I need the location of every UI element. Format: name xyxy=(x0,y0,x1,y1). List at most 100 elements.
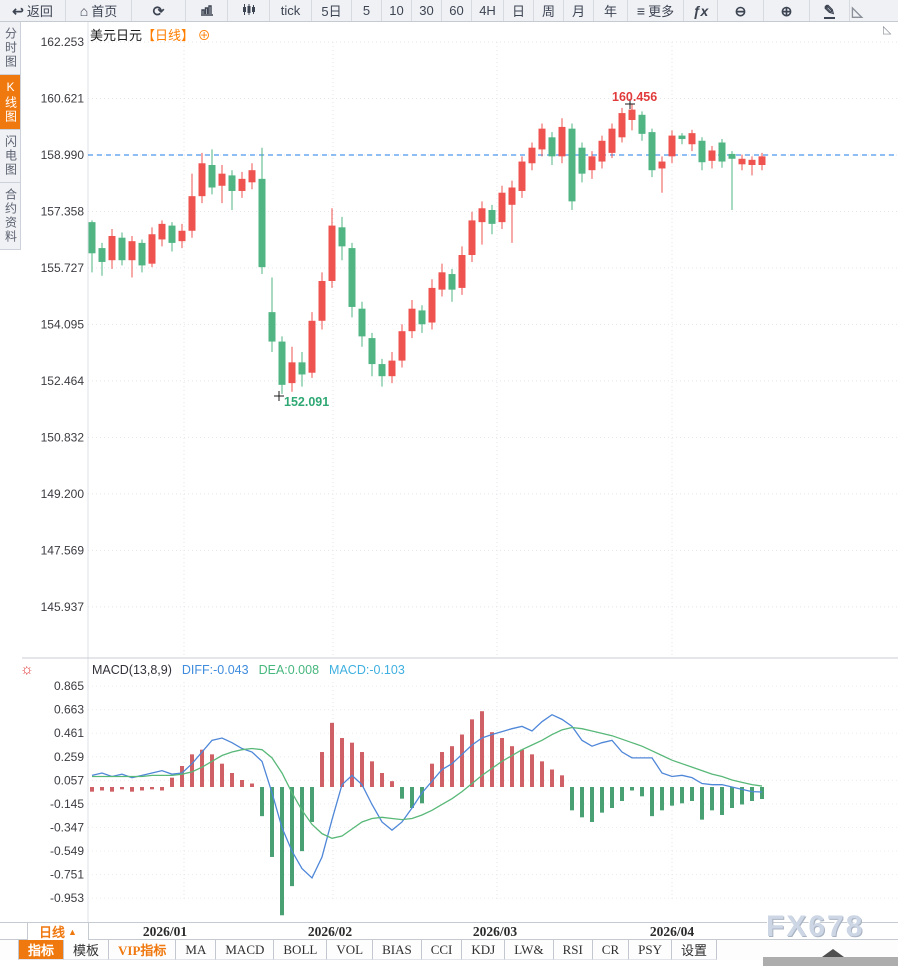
tab-模板[interactable]: 模板 xyxy=(64,940,109,960)
interval-60-button[interactable]: 60 xyxy=(442,0,472,21)
plus-circle-icon[interactable]: ⊕ xyxy=(198,28,211,43)
interval-4h-button-label: 4H xyxy=(479,3,496,18)
svg-text:158.990: 158.990 xyxy=(41,148,85,162)
sidebar-item-kline-chart[interactable]: K线图 xyxy=(0,75,21,130)
interval-10-button-label: 10 xyxy=(389,3,403,18)
x-axis-label: 2026/03 xyxy=(473,924,517,940)
back-arrow-icon: ↩ xyxy=(12,4,24,18)
home-button[interactable]: ⌂首页 xyxy=(66,0,132,21)
interval-10-button[interactable]: 10 xyxy=(382,0,412,21)
macd-diff-value: DIFF:-0.043 xyxy=(182,663,249,677)
sidebar-item-lightning-chart[interactable]: 闪电图 xyxy=(0,130,21,183)
interval-tick-button-label: tick xyxy=(281,3,301,18)
tab-设置[interactable]: 设置 xyxy=(672,940,717,960)
tab-BIAS[interactable]: BIAS xyxy=(373,940,422,960)
tab-BOLL[interactable]: BOLL xyxy=(274,940,327,960)
interval-year-button[interactable]: 年 xyxy=(594,0,628,21)
pencil-icon: ✎ xyxy=(824,3,836,19)
tab-MACD[interactable]: MACD xyxy=(216,940,274,960)
period-dropdown-button[interactable]: 日线 ▲ xyxy=(27,923,89,940)
svg-text:0.461: 0.461 xyxy=(54,726,84,740)
svg-text:0.865: 0.865 xyxy=(54,679,84,693)
refresh-button[interactable]: ⟳ xyxy=(132,0,186,21)
home-icon: ⌂ xyxy=(80,4,88,18)
svg-text:162.253: 162.253 xyxy=(41,35,85,49)
trend-bars-icon xyxy=(200,4,214,18)
interval-day-button[interactable]: 日 xyxy=(504,0,534,21)
macd-dea-value: DEA:0.008 xyxy=(259,663,319,677)
svg-text:-0.751: -0.751 xyxy=(50,868,84,882)
symbol-name: 美元日元 xyxy=(90,28,142,43)
fx-icon: ƒx xyxy=(693,4,709,18)
chart-type-sidebar: 分时图K线图闪电图合约资料 xyxy=(0,22,21,250)
interval-day-button-label: 日 xyxy=(512,1,525,20)
back-button[interactable]: ↩返回 xyxy=(0,0,66,21)
x-axis-label: 2026/01 xyxy=(143,924,187,940)
indicator-settings-icon[interactable]: ☼ xyxy=(20,662,34,677)
trend-chart-button[interactable] xyxy=(186,0,228,21)
svg-text:0.663: 0.663 xyxy=(54,703,84,717)
back-button-label: 返回 xyxy=(27,1,53,20)
svg-text:145.937: 145.937 xyxy=(41,600,85,614)
interval-30-button[interactable]: 30 xyxy=(412,0,442,21)
zoom-in-button[interactable]: ⊕ xyxy=(764,0,810,21)
interval-week-button[interactable]: 周 xyxy=(534,0,564,21)
x-axis-row: 日线 ▲ 2026/012026/022026/032026/04 xyxy=(0,922,898,940)
expand-arrow-icon[interactable] xyxy=(822,949,844,957)
zoom-out-button[interactable]: ⊖ xyxy=(718,0,764,21)
interval-60-button-label: 60 xyxy=(449,3,463,18)
high-price-annotation: 160.456 xyxy=(612,90,657,104)
candles-layer xyxy=(89,104,766,394)
tab-LW&[interactable]: LW& xyxy=(505,940,553,960)
sidebar-item-contract-info[interactable]: 合约资料 xyxy=(0,183,21,250)
candlestick-chart-button[interactable] xyxy=(228,0,270,21)
tab-CCI[interactable]: CCI xyxy=(422,940,463,960)
interval-5-button[interactable]: 5 xyxy=(352,0,382,21)
tab-VIP指标[interactable]: VIP指标 xyxy=(109,940,176,960)
svg-text:0.259: 0.259 xyxy=(54,750,84,764)
svg-text:155.727: 155.727 xyxy=(41,261,85,275)
partial-drawing-tool-button[interactable]: ◺ xyxy=(850,0,898,21)
chart-title: 美元日元【日线】 ⊕ xyxy=(90,25,211,44)
home-button-label: 首页 xyxy=(91,1,117,20)
tab-CR[interactable]: CR xyxy=(593,940,629,960)
macd-macd-value: MACD:-0.103 xyxy=(329,663,405,677)
zoom-out-icon: ⊖ xyxy=(735,4,747,18)
interval-year-button-label: 年 xyxy=(604,1,617,20)
tab-MA[interactable]: MA xyxy=(176,940,216,960)
draw-button[interactable]: ✎ xyxy=(810,0,850,21)
more-button-label: 更多 xyxy=(648,1,674,20)
tab-指标[interactable]: 指标 xyxy=(18,940,64,960)
top-toolbar: ↩返回⌂首页⟳tick5日51030604H日周月年≡更多ƒx⊖⊕✎◺ xyxy=(0,0,898,22)
tab-RSI[interactable]: RSI xyxy=(554,940,593,960)
more-button[interactable]: ≡更多 xyxy=(628,0,684,21)
partial-drawing-tool-icon: ◺ xyxy=(883,23,891,36)
candlestick-macd-plot: 162.253 160.621 158.990 157.358 155.727 154.0… xyxy=(22,22,898,922)
watermark: FX678 xyxy=(766,910,864,944)
svg-text:157.358: 157.358 xyxy=(41,204,85,218)
interval-week-button-label: 周 xyxy=(542,1,555,20)
interval-5d-button[interactable]: 5日 xyxy=(312,0,352,21)
chevron-up-icon: ▲ xyxy=(68,927,77,937)
svg-text:150.832: 150.832 xyxy=(41,430,85,444)
tab-PSY[interactable]: PSY xyxy=(629,940,672,960)
tab-VOL[interactable]: VOL xyxy=(327,940,373,960)
indicator-fx-button[interactable]: ƒx xyxy=(684,0,718,21)
bottom-scroll-grip[interactable] xyxy=(763,957,898,966)
svg-text:147.569: 147.569 xyxy=(41,543,85,557)
tab-KDJ[interactable]: KDJ xyxy=(462,940,505,960)
low-price-annotation: 152.091 xyxy=(284,395,329,409)
interval-tick-button[interactable]: tick xyxy=(270,0,312,21)
interval-5-button-label: 5 xyxy=(363,3,370,18)
period-tag: 【日线】 xyxy=(142,28,194,43)
candlestick-icon xyxy=(242,4,256,18)
interval-4h-button[interactable]: 4H xyxy=(472,0,504,21)
x-axis-label: 2026/04 xyxy=(650,924,694,940)
svg-text:160.621: 160.621 xyxy=(41,92,85,106)
svg-text:0.057: 0.057 xyxy=(54,773,84,787)
svg-text:154.095: 154.095 xyxy=(41,317,85,331)
sidebar-item-time-chart[interactable]: 分时图 xyxy=(0,22,21,75)
svg-text:-0.347: -0.347 xyxy=(50,820,84,834)
svg-text:-0.549: -0.549 xyxy=(50,844,84,858)
interval-month-button[interactable]: 月 xyxy=(564,0,594,21)
